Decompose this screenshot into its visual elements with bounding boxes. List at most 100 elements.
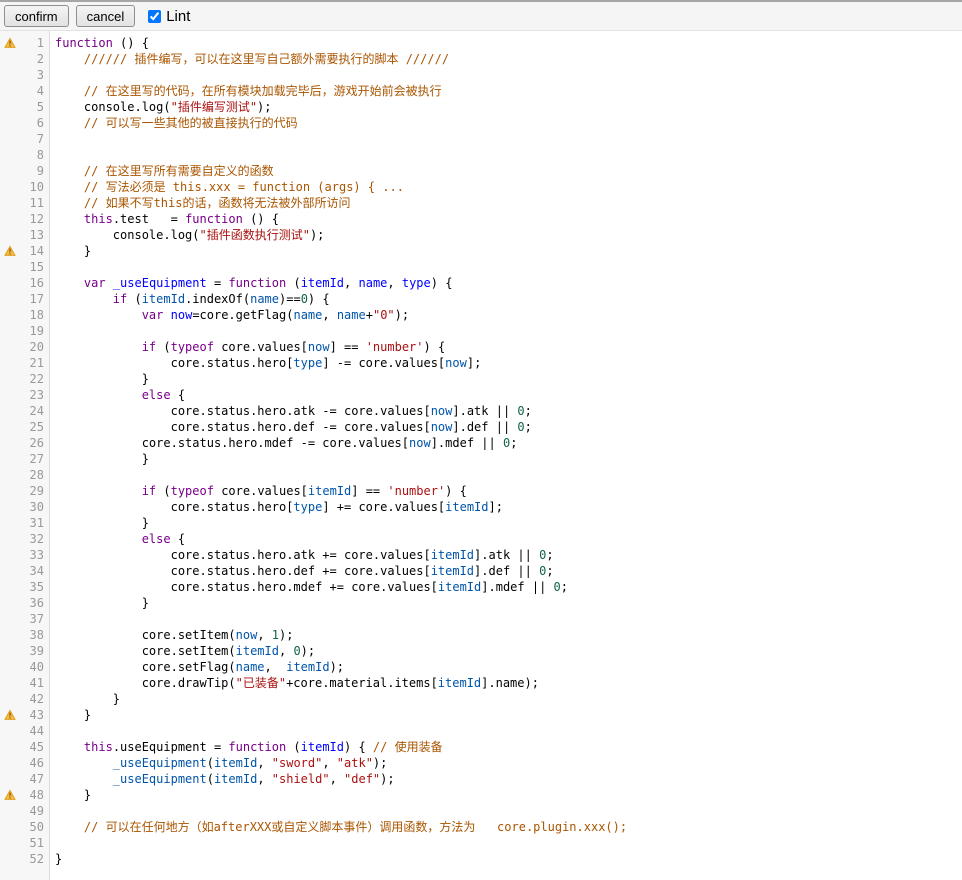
code-line[interactable]: 2 ////// 插件编写，可以在这里写自己额外需要执行的脚本 ////// (0, 51, 962, 67)
line-number: 52 (17, 851, 50, 867)
code-line[interactable]: 22 } (0, 371, 962, 387)
code-editor[interactable]: !1function () {2 ////// 插件编写，可以在这里写自己额外需… (0, 31, 962, 880)
code-line[interactable]: 11 // 如果不写this的话，函数将无法被外部所访问 (0, 195, 962, 211)
code-text: // 可以在任何地方（如afterXXX或自定义脚本事件）调用函数，方法为 co… (50, 819, 962, 835)
line-number: 32 (17, 531, 50, 547)
code-line[interactable]: 10 // 写法必须是 this.xxx = function (args) {… (0, 179, 962, 195)
code-text: console.log("插件编写测试"); (50, 99, 962, 115)
code-text (50, 67, 962, 83)
code-text: core.setItem(itemId, 0); (50, 643, 962, 659)
marker-cell (0, 211, 17, 227)
code-line[interactable]: 7 (0, 131, 962, 147)
code-line[interactable]: 52} (0, 851, 962, 867)
marker-cell (0, 131, 17, 147)
line-number: 12 (17, 211, 50, 227)
code-line[interactable]: 16 var _useEquipment = function (itemId,… (0, 275, 962, 291)
lint-marker-cell: ! (0, 787, 17, 803)
code-line[interactable]: !14 } (0, 243, 962, 259)
code-line[interactable]: 23 else { (0, 387, 962, 403)
code-line[interactable]: 29 if (typeof core.values[itemId] == 'nu… (0, 483, 962, 499)
line-number: 22 (17, 371, 50, 387)
code-lines-container: !1function () {2 ////// 插件编写，可以在这里写自己额外需… (0, 31, 962, 867)
code-line[interactable]: 30 core.status.hero[type] += core.values… (0, 499, 962, 515)
code-line[interactable]: 19 (0, 323, 962, 339)
line-number: 31 (17, 515, 50, 531)
code-line[interactable]: 9 // 在这里写所有需要自定义的函数 (0, 163, 962, 179)
code-text: // 可以写一些其他的被直接执行的代码 (50, 115, 962, 131)
line-number: 51 (17, 835, 50, 851)
code-line[interactable]: 4 // 在这里写的代码，在所有模块加载完毕后，游戏开始前会被执行 (0, 83, 962, 99)
code-text: core.status.hero.def += core.values[item… (50, 563, 962, 579)
line-number: 29 (17, 483, 50, 499)
code-line[interactable]: 33 core.status.hero.atk += core.values[i… (0, 547, 962, 563)
code-line[interactable]: 51 (0, 835, 962, 851)
code-line[interactable]: 17 if (itemId.indexOf(name)==0) { (0, 291, 962, 307)
marker-cell (0, 403, 17, 419)
marker-cell (0, 483, 17, 499)
line-number: 44 (17, 723, 50, 739)
line-number: 23 (17, 387, 50, 403)
code-line[interactable]: 24 core.status.hero.atk -= core.values[n… (0, 403, 962, 419)
marker-cell (0, 595, 17, 611)
code-line[interactable]: 5 console.log("插件编写测试"); (0, 99, 962, 115)
lint-checkbox[interactable] (148, 10, 161, 23)
code-line[interactable]: !1function () { (0, 35, 962, 51)
marker-cell (0, 803, 17, 819)
line-number: 39 (17, 643, 50, 659)
code-line[interactable]: 21 core.status.hero[type] -= core.values… (0, 355, 962, 371)
code-line[interactable]: 31 } (0, 515, 962, 531)
code-text: core.status.hero.atk -= core.values[now]… (50, 403, 962, 419)
code-line[interactable]: 41 core.drawTip("已装备"+core.material.item… (0, 675, 962, 691)
code-line[interactable]: 28 (0, 467, 962, 483)
cancel-button[interactable]: cancel (76, 5, 136, 27)
marker-cell (0, 499, 17, 515)
lint-toggle: Lint (148, 8, 190, 25)
code-line[interactable]: !48 } (0, 787, 962, 803)
code-line[interactable]: 27 } (0, 451, 962, 467)
code-line[interactable]: 18 var now=core.getFlag(name, name+"0"); (0, 307, 962, 323)
code-line[interactable]: 40 core.setFlag(name, itemId); (0, 659, 962, 675)
marker-cell (0, 723, 17, 739)
marker-cell (0, 259, 17, 275)
marker-cell (0, 275, 17, 291)
code-line[interactable]: 26 core.status.hero.mdef -= core.values[… (0, 435, 962, 451)
confirm-button[interactable]: confirm (4, 5, 69, 27)
code-line[interactable]: 3 (0, 67, 962, 83)
code-line[interactable]: 15 (0, 259, 962, 275)
svg-text:!: ! (8, 247, 13, 256)
code-line[interactable]: 38 core.setItem(now, 1); (0, 627, 962, 643)
code-line[interactable]: !43 } (0, 707, 962, 723)
code-line[interactable]: 42 } (0, 691, 962, 707)
line-number: 10 (17, 179, 50, 195)
code-text: } (50, 707, 962, 723)
code-text: } (50, 851, 962, 867)
code-line[interactable]: 12 this.test = function () { (0, 211, 962, 227)
code-line[interactable]: 50 // 可以在任何地方（如afterXXX或自定义脚本事件）调用函数，方法为… (0, 819, 962, 835)
marker-cell (0, 163, 17, 179)
marker-cell (0, 323, 17, 339)
code-line[interactable]: 34 core.status.hero.def += core.values[i… (0, 563, 962, 579)
code-line[interactable]: 46 _useEquipment(itemId, "sword", "atk")… (0, 755, 962, 771)
code-line[interactable]: 44 (0, 723, 962, 739)
code-line[interactable]: 25 core.status.hero.def -= core.values[n… (0, 419, 962, 435)
code-line[interactable]: 49 (0, 803, 962, 819)
code-line[interactable]: 37 (0, 611, 962, 627)
code-line[interactable]: 47 _useEquipment(itemId, "shield", "def"… (0, 771, 962, 787)
code-line[interactable]: 13 console.log("插件函数执行测试"); (0, 227, 962, 243)
line-number: 40 (17, 659, 50, 675)
marker-cell (0, 467, 17, 483)
code-line[interactable]: 36 } (0, 595, 962, 611)
code-line[interactable]: 6 // 可以写一些其他的被直接执行的代码 (0, 115, 962, 131)
line-number: 28 (17, 467, 50, 483)
code-text: } (50, 515, 962, 531)
code-text: _useEquipment(itemId, "shield", "def"); (50, 771, 962, 787)
svg-text:!: ! (8, 791, 13, 800)
code-line[interactable]: 35 core.status.hero.mdef += core.values[… (0, 579, 962, 595)
code-line[interactable]: 32 else { (0, 531, 962, 547)
code-text: } (50, 371, 962, 387)
code-text: core.status.hero.atk += core.values[item… (50, 547, 962, 563)
code-line[interactable]: 39 core.setItem(itemId, 0); (0, 643, 962, 659)
code-line[interactable]: 45 this.useEquipment = function (itemId)… (0, 739, 962, 755)
code-line[interactable]: 20 if (typeof core.values[now] == 'numbe… (0, 339, 962, 355)
code-line[interactable]: 8 (0, 147, 962, 163)
